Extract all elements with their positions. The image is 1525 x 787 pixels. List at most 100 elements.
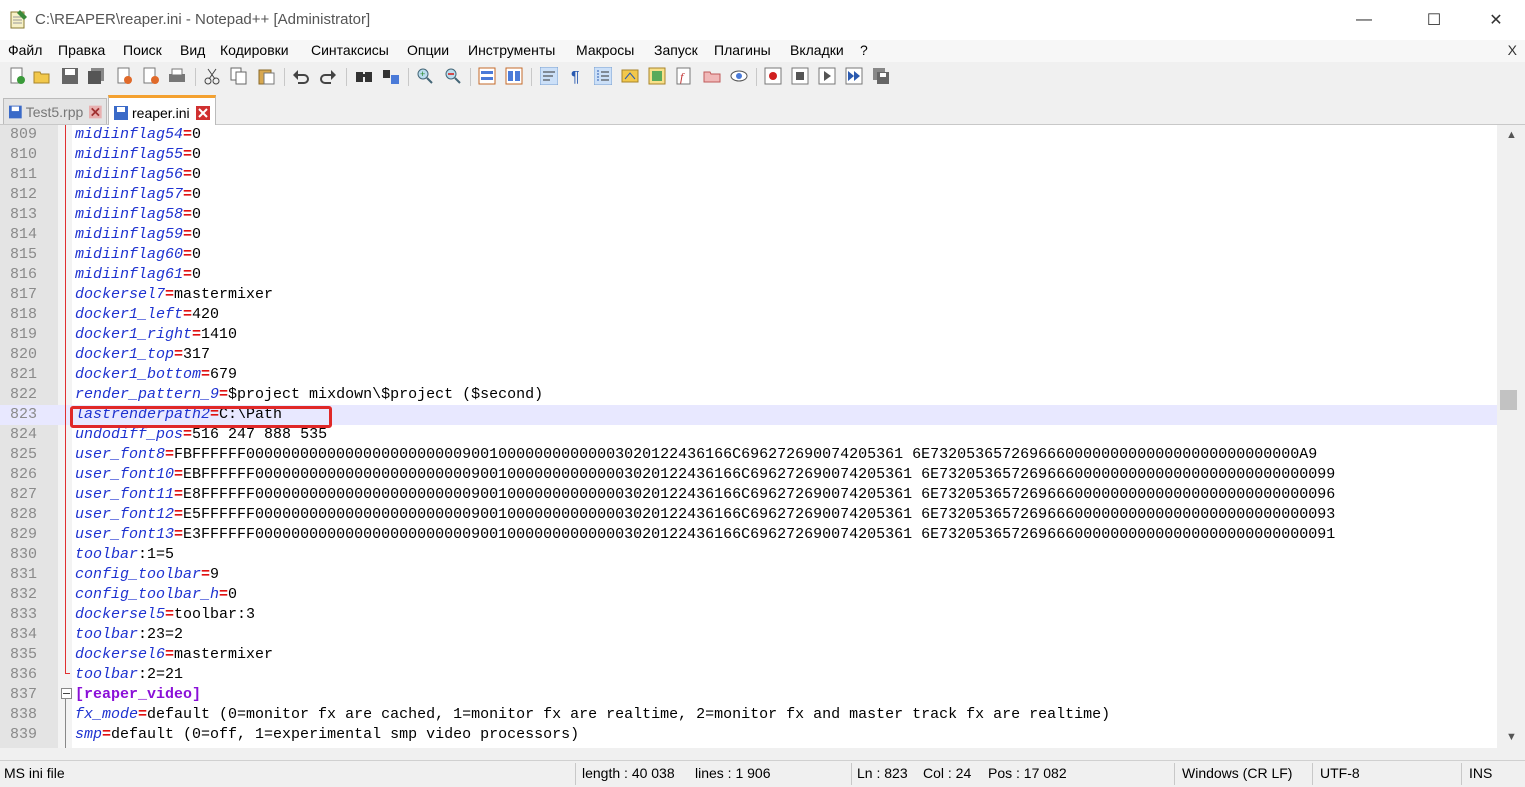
fold-collapse-toggle[interactable] <box>61 688 72 699</box>
new-file-icon[interactable] <box>8 67 26 85</box>
code-line[interactable]: 838 fx_mode=default (0=monitor fx are cac… <box>0 705 1497 725</box>
horizontal-scrollbar[interactable] <box>0 748 1497 760</box>
ini-value: 516 247 888 535 <box>192 426 328 443</box>
menu-encoding[interactable]: Кодировки <box>220 42 289 58</box>
play-macro-icon[interactable] <box>818 67 836 85</box>
open-file-icon[interactable] <box>33 67 51 85</box>
code-line[interactable]: 815 midiinflag60=0 <box>0 245 1497 265</box>
code-line[interactable]: 817 dockersel7=mastermixer <box>0 285 1497 305</box>
save-all-icon[interactable] <box>87 67 105 85</box>
monitoring-icon[interactable] <box>730 67 748 85</box>
code-line[interactable]: 819 docker1_right=1410 <box>0 325 1497 345</box>
menu-search[interactable]: Поиск <box>123 42 162 58</box>
menu-tools[interactable]: Инструменты <box>468 42 555 58</box>
code-line[interactable]: 821 docker1_bottom=679 <box>0 365 1497 385</box>
cut-icon[interactable] <box>203 67 221 85</box>
toolbar-separator <box>346 68 347 86</box>
sync-horizontal-icon[interactable] <box>505 67 523 85</box>
code-line[interactable]: 828 user_font12=E5FFFFFF00000000000000000… <box>0 505 1497 525</box>
save-icon[interactable] <box>61 67 79 85</box>
line-number: 819 <box>10 326 38 343</box>
tab-reaper-ini[interactable]: reaper.ini <box>108 95 216 127</box>
close-tab-icon[interactable] <box>195 105 210 120</box>
ini-value: E3FFFFFF00000000000000000000000090010000… <box>183 526 1336 543</box>
code-line[interactable]: 839 smp=default (0=off, 1=experimental sm… <box>0 725 1497 745</box>
close-window-button[interactable]: ✕ <box>1473 0 1519 40</box>
menu-help[interactable]: ? <box>860 42 868 58</box>
minimize-button[interactable]: — <box>1341 0 1387 40</box>
code-line[interactable]: 834 toolbar:23=2 <box>0 625 1497 645</box>
stop-macro-icon[interactable] <box>791 67 809 85</box>
menu-tabs[interactable]: Вкладки <box>790 42 844 58</box>
code-line[interactable]: 809 midiinflag54=0 <box>0 125 1497 145</box>
menu-plugins[interactable]: Плагины <box>714 42 771 58</box>
ini-value: toolbar:3 <box>174 606 256 623</box>
print-icon[interactable] <box>168 67 186 85</box>
scroll-up-arrow-icon[interactable]: ▲ <box>1506 129 1517 141</box>
zoom-out-icon[interactable] <box>444 67 462 85</box>
menu-options[interactable]: Опции <box>407 42 449 58</box>
paste-icon[interactable] <box>257 67 275 85</box>
show-all-chars-icon[interactable]: ¶ <box>567 67 585 85</box>
tab-test5-rpp[interactable]: Test5.rpp <box>3 98 107 124</box>
code-line[interactable]: 811 midiinflag56=0 <box>0 165 1497 185</box>
code-line[interactable]: 820 docker1_top=317 <box>0 345 1497 365</box>
menu-run[interactable]: Запуск <box>654 42 698 58</box>
toolbar-separator <box>195 68 196 86</box>
ini-value: 0 <box>192 266 202 283</box>
ini-key: dockersel6 <box>75 646 166 663</box>
menu-view[interactable]: Вид <box>180 42 205 58</box>
code-line[interactable]: 825 user_font8=FBFFFFFF000000000000000000… <box>0 445 1497 465</box>
close-file-icon[interactable] <box>115 67 133 85</box>
copy-icon[interactable] <box>230 67 248 85</box>
zoom-in-icon[interactable]: + <box>416 67 434 85</box>
code-line[interactable]: 816 midiinflag61=0 <box>0 265 1497 285</box>
code-line[interactable]: 813 midiinflag58=0 <box>0 205 1497 225</box>
line-number: 817 <box>10 286 38 303</box>
close-document-button[interactable]: X <box>1508 42 1517 58</box>
close-tab-icon[interactable] <box>89 105 102 119</box>
menu-syntax[interactable]: Синтаксисы <box>311 42 389 58</box>
redo-icon[interactable] <box>319 67 337 85</box>
maximize-button[interactable]: ☐ <box>1411 0 1457 40</box>
code-line[interactable]: 830 toolbar:1=5 <box>0 545 1497 565</box>
sync-vertical-icon[interactable] <box>478 67 496 85</box>
menu-macros[interactable]: Макросы <box>576 42 634 58</box>
function-list-icon[interactable]: f <box>675 67 693 85</box>
code-line[interactable]: 829 user_font13=E3FFFFFF00000000000000000… <box>0 525 1497 545</box>
document-map-icon[interactable] <box>648 67 666 85</box>
scrollbar-thumb[interactable] <box>1500 390 1517 410</box>
folder-workspace-icon[interactable] <box>703 67 721 85</box>
udl-icon[interactable] <box>621 67 639 85</box>
code-line[interactable]: 826 user_font10=EBFFFFFF00000000000000000… <box>0 465 1497 485</box>
indent-guide-icon[interactable] <box>594 67 612 85</box>
code-line[interactable]: 824 undodiff_pos=516 247 888 535 <box>0 425 1497 445</box>
code-line[interactable]: 831 config_toolbar=9 <box>0 565 1497 585</box>
undo-icon[interactable] <box>292 67 310 85</box>
find-icon[interactable] <box>355 67 373 85</box>
save-macro-icon[interactable] <box>872 67 890 85</box>
code-line[interactable]: 833 dockersel5=toolbar:3 <box>0 605 1497 625</box>
menu-file[interactable]: Файл <box>8 42 42 58</box>
run-macro-multiple-icon[interactable] <box>845 67 863 85</box>
code-line[interactable]: 818 docker1_left=420 <box>0 305 1497 325</box>
code-line[interactable]: 832 config_toolbar_h=0 <box>0 585 1497 605</box>
code-line[interactable]: 827 user_font11=E8FFFFFF00000000000000000… <box>0 485 1497 505</box>
record-macro-icon[interactable] <box>764 67 782 85</box>
code-line[interactable]: 810 midiinflag55=0 <box>0 145 1497 165</box>
vertical-scrollbar[interactable]: ▲ ▼ <box>1497 125 1525 748</box>
scroll-down-arrow-icon[interactable]: ▼ <box>1506 731 1517 743</box>
code-line[interactable]: 835 dockersel6=mastermixer <box>0 645 1497 665</box>
code-line[interactable]: 812 midiinflag57=0 <box>0 185 1497 205</box>
close-all-icon[interactable] <box>142 67 160 85</box>
code-line[interactable]: 814 midiinflag59=0 <box>0 225 1497 245</box>
code-line[interactable]: 836 toolbar:2=21 <box>0 665 1497 685</box>
word-wrap-icon[interactable] <box>540 67 558 85</box>
line-content: [reaper_video] <box>75 685 201 705</box>
replace-icon[interactable] <box>382 67 400 85</box>
text-editor[interactable]: 809 midiinflag54=0 810 midiinflag55=0 811 mid… <box>0 125 1497 748</box>
code-line[interactable]: 822 render_pattern_9=$project mixdown\$pr… <box>0 385 1497 405</box>
line-number: 830 <box>10 546 38 563</box>
menu-edit[interactable]: Правка <box>58 42 105 58</box>
code-line[interactable]: 837 [reaper_video] <box>0 685 1497 705</box>
